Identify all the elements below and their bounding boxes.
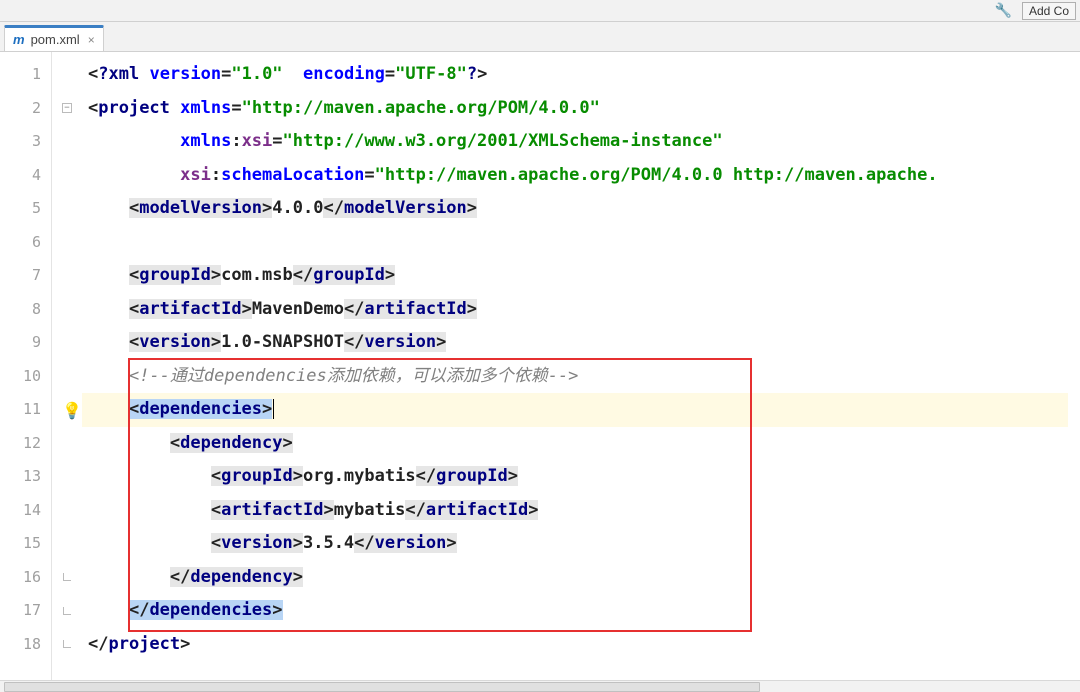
tab-pom-xml[interactable]: m pom.xml × xyxy=(4,25,104,51)
line-number: 16 xyxy=(0,561,41,595)
code-line: </project> xyxy=(82,628,1080,662)
line-number: 13 xyxy=(0,460,41,494)
code-line: </dependency> xyxy=(82,561,1080,595)
code-line: <?xml version="1.0" encoding="UTF-8"?> xyxy=(82,58,1080,92)
line-number: 17 xyxy=(0,594,41,628)
code-line: xsi:schemaLocation="http://maven.apache.… xyxy=(82,159,1080,193)
code-line: <!--通过dependencies添加依赖，可以添加多个依赖--> xyxy=(82,360,1080,394)
add-configuration-button[interactable]: Add Co xyxy=(1022,2,1076,20)
line-number: 5 xyxy=(0,192,41,226)
line-number: 18 xyxy=(0,628,41,662)
tab-label: pom.xml xyxy=(31,32,80,47)
code-line xyxy=(82,226,1080,260)
top-toolbar: 🔧 Add Co xyxy=(0,0,1080,22)
code-line: <version>1.0-SNAPSHOT</version> xyxy=(82,326,1080,360)
code-line: <modelVersion>4.0.0</modelVersion> xyxy=(82,192,1080,226)
line-number: 1 xyxy=(0,58,41,92)
code-area[interactable]: <?xml version="1.0" encoding="UTF-8"?> <… xyxy=(82,52,1080,680)
code-line: <dependency> xyxy=(82,427,1080,461)
code-editor[interactable]: 1 2 3 4 5 6 7 8 9 10 11 12 13 14 15 16 1… xyxy=(0,52,1080,680)
code-line-current: <dependencies> xyxy=(82,393,1080,427)
vertical-scrollbar[interactable] xyxy=(1068,52,1080,680)
maven-file-icon: m xyxy=(13,32,25,47)
line-number: 12 xyxy=(0,427,41,461)
fold-icon[interactable]: − xyxy=(62,103,72,113)
line-number: 11 xyxy=(0,393,41,427)
fold-end-icon xyxy=(63,573,71,581)
intention-bulb-icon[interactable]: 💡 xyxy=(62,401,82,420)
horizontal-scrollbar[interactable] xyxy=(0,680,1080,692)
fold-end-icon xyxy=(63,607,71,615)
line-number: 9 xyxy=(0,326,41,360)
scrollbar-thumb[interactable] xyxy=(4,682,760,692)
code-line: <artifactId>mybatis</artifactId> xyxy=(82,494,1080,528)
code-line: <version>3.5.4</version> xyxy=(82,527,1080,561)
fold-gutter: − xyxy=(52,52,82,680)
line-number: 2 xyxy=(0,92,41,126)
code-line: <artifactId>MavenDemo</artifactId> xyxy=(82,293,1080,327)
line-number: 10 xyxy=(0,360,41,394)
text-caret xyxy=(273,399,274,419)
code-line: <groupId>org.mybatis</groupId> xyxy=(82,460,1080,494)
wrench-icon[interactable]: 🔧 xyxy=(995,3,1012,19)
editor-tab-strip: m pom.xml × xyxy=(0,22,1080,52)
line-number: 6 xyxy=(0,226,41,260)
line-number-gutter: 1 2 3 4 5 6 7 8 9 10 11 12 13 14 15 16 1… xyxy=(0,52,52,680)
line-number: 15 xyxy=(0,527,41,561)
line-number: 4 xyxy=(0,159,41,193)
line-number: 3 xyxy=(0,125,41,159)
close-icon[interactable]: × xyxy=(88,33,95,47)
code-line: </dependencies> xyxy=(82,594,1080,628)
code-line: <groupId>com.msb</groupId> xyxy=(82,259,1080,293)
code-line: xmlns:xsi="http://www.w3.org/2001/XMLSch… xyxy=(82,125,1080,159)
code-line: <project xmlns="http://maven.apache.org/… xyxy=(82,92,1080,126)
line-number: 14 xyxy=(0,494,41,528)
fold-end-icon xyxy=(63,640,71,648)
line-number: 8 xyxy=(0,293,41,327)
line-number: 7 xyxy=(0,259,41,293)
